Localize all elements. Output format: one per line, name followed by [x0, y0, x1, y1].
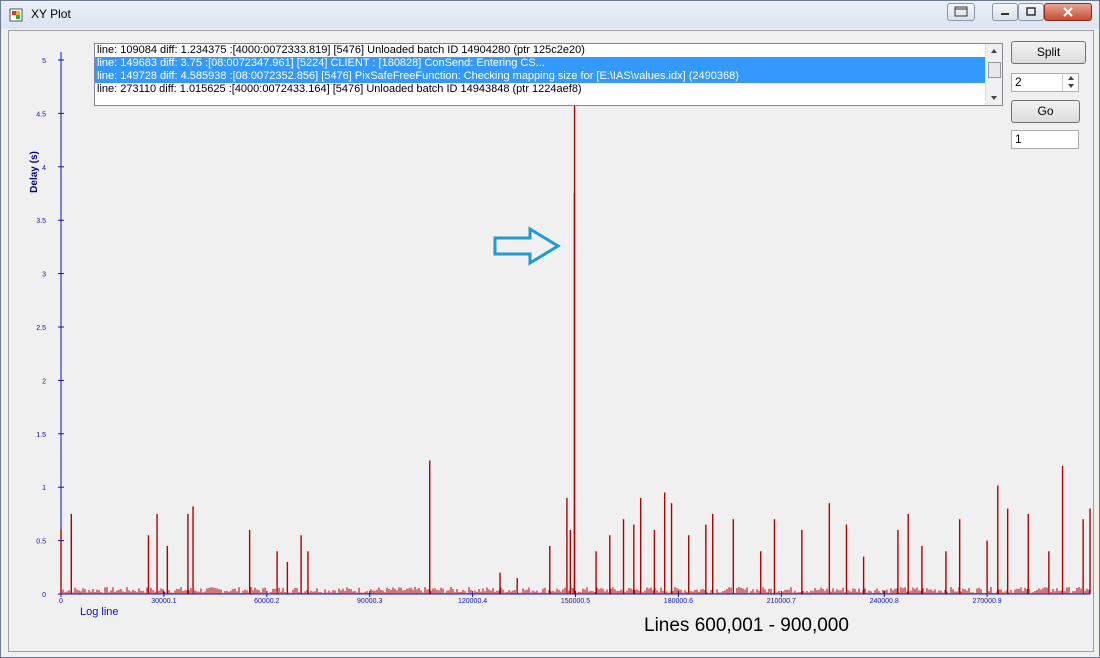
- list-item[interactable]: line: 109084 diff: 1.234375 :[4000:00723…: [95, 44, 1002, 57]
- x-tick-label: 270000.9: [973, 598, 1002, 605]
- x-tick-label: 90000.3: [357, 598, 382, 605]
- split-button[interactable]: Split: [1011, 41, 1086, 64]
- split-spin-arrows[interactable]: [1062, 73, 1079, 91]
- list-scrollbar[interactable]: [985, 44, 1002, 105]
- y-tick-label: 4.5: [36, 111, 46, 118]
- list-item[interactable]: line: 149683 diff: 3.75 :[08:0072347.961…: [95, 57, 1002, 70]
- y-tick-label: 0.5: [36, 539, 46, 546]
- right-arrow-icon: [493, 226, 561, 266]
- y-tick-label: 4: [42, 165, 46, 172]
- x-tick-label: 60000.2: [254, 598, 279, 605]
- y-tick-label: 1: [42, 485, 46, 492]
- x-tick-label: 210000.7: [767, 598, 796, 605]
- x-tick-label: 0: [59, 598, 63, 605]
- y-tick-label: 2: [42, 378, 46, 385]
- list-item[interactable]: line: 149728 diff: 4.585938 :[08:0072352…: [95, 70, 1002, 83]
- y-axis-label: Delay (s): [29, 151, 40, 193]
- y-tick-label: 1.5: [36, 432, 46, 439]
- scroll-up-icon[interactable]: [986, 44, 1002, 58]
- scroll-thumb[interactable]: [988, 62, 1001, 78]
- y-tick-label: 0: [42, 592, 46, 599]
- y-tick-label: 3: [42, 272, 46, 279]
- x-axis-label: Log line: [80, 606, 119, 618]
- x-tick-label: 180000.6: [664, 598, 693, 605]
- list-item[interactable]: line: 273110 diff: 1.015625 :[4000:00724…: [95, 83, 1002, 96]
- x-tick-label: 240000.8: [870, 598, 899, 605]
- log-line-list[interactable]: line: 109084 diff: 1.234375 :[4000:00723…: [94, 43, 1003, 106]
- x-tick-label: 150000.5: [561, 598, 590, 605]
- go-value-field[interactable]: 1: [1011, 130, 1079, 149]
- line-range-caption: Lines 600,001 - 900,000: [644, 615, 849, 636]
- y-tick-label: 3.5: [36, 218, 46, 225]
- spin-up-down-icon[interactable]: [1063, 73, 1079, 91]
- go-button[interactable]: Go: [1011, 100, 1080, 123]
- x-tick-label: 30000.1: [151, 598, 176, 605]
- scroll-down-icon[interactable]: [986, 91, 1002, 105]
- y-tick-label: 5: [42, 58, 46, 65]
- y-tick-label: 2.5: [36, 325, 46, 332]
- x-tick-label: 120000.4: [458, 598, 487, 605]
